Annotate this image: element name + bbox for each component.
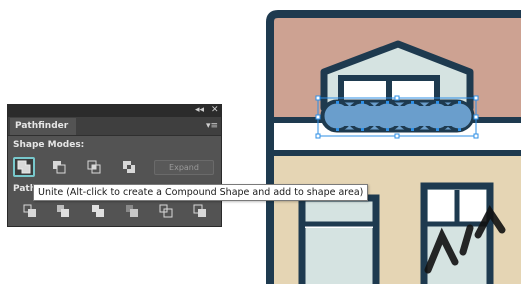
close-icon[interactable]: ✕ [211, 104, 219, 116]
exclude-icon [123, 161, 135, 173]
exclude-button[interactable] [118, 157, 140, 177]
building [266, 10, 521, 284]
minus-back-icon [193, 204, 206, 217]
panel-tab-row: Pathfinder ▾≡ [8, 117, 221, 136]
divide-button[interactable] [19, 201, 41, 221]
intersect-button[interactable] [83, 157, 105, 177]
crop-button[interactable] [121, 201, 143, 221]
minus-front-icon [53, 161, 66, 174]
minus-front-button[interactable] [48, 157, 70, 177]
trim-icon [57, 205, 69, 217]
collapse-icon[interactable]: ◂◂ [195, 104, 204, 116]
unite-icon [17, 160, 31, 174]
lower-left-window [298, 194, 380, 284]
expand-button[interactable]: Expand [154, 160, 214, 175]
crop-icon [126, 205, 138, 217]
outline-icon [159, 204, 173, 218]
panel-menu-icon[interactable]: ▾≡ [206, 118, 218, 134]
divide-icon [23, 204, 36, 217]
merge-button[interactable] [87, 201, 109, 221]
trim-button[interactable] [52, 201, 74, 221]
cloud-shape[interactable] [320, 99, 475, 133]
tab-pathfinder[interactable]: Pathfinder [10, 118, 76, 135]
minus-back-button[interactable] [189, 201, 211, 221]
unite-button[interactable] [13, 157, 35, 177]
unite-tooltip: Unite (Alt-click to create a Compound Sh… [33, 184, 369, 201]
merge-icon [92, 205, 104, 217]
outline-button[interactable] [155, 201, 177, 221]
panel-title-bar[interactable]: ◂◂ ✕ [8, 105, 221, 117]
pathfinder-panel: ◂◂ ✕ Pathfinder ▾≡ Shape Modes: Expand P… [7, 104, 222, 227]
shape-modes-label: Shape Modes: [13, 140, 85, 150]
intersect-icon [87, 160, 101, 174]
